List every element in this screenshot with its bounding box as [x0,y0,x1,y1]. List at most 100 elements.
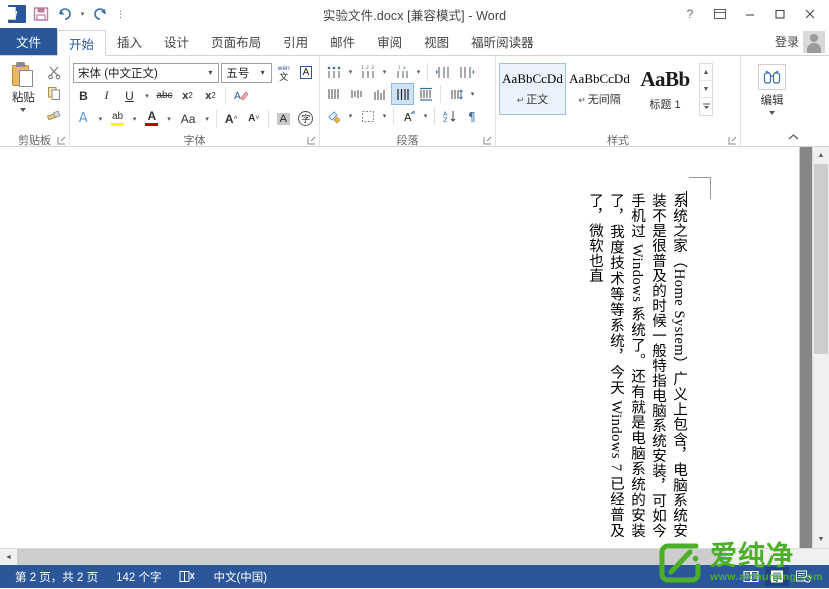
font-color-caret-icon[interactable]: ▾ [164,108,174,129]
align-top-icon[interactable] [323,84,344,104]
subscript-button[interactable]: x2 [177,85,198,106]
word-app-icon[interactable]: W [6,3,28,25]
change-case-caret-icon[interactable]: ▾ [202,108,212,129]
shading-icon[interactable] [323,106,344,126]
sign-in-link[interactable]: 登录 [775,33,799,50]
align-bottom-icon[interactable] [369,84,390,104]
tab-view[interactable]: 视图 [413,28,460,55]
font-color-icon[interactable]: A [142,108,163,129]
character-shading-icon[interactable]: A [273,108,294,129]
show-formatting-marks-icon[interactable]: ¶ [462,106,483,126]
tab-mailings[interactable]: 邮件 [319,28,366,55]
italic-button[interactable]: I [96,85,117,106]
bold-button[interactable]: B [73,85,94,106]
horizontal-scroll-track[interactable] [17,549,812,565]
style-normal[interactable]: AaBbCcDd ↵ 正文 [499,63,566,115]
superscript-button[interactable]: x2 [200,85,221,106]
scroll-down-button[interactable]: ▼ [813,531,829,548]
line-spacing-icon[interactable] [445,84,466,104]
font-name-caret-icon[interactable]: ▾ [204,68,216,77]
page-indicator[interactable]: 第 2 页，共 2 页 [6,569,107,585]
borders-caret-icon[interactable]: ▾ [380,106,389,126]
phonetic-guide-icon[interactable]: wén 文 [274,62,294,83]
font-size-combo[interactable]: 五号 ▾ [221,62,272,83]
asian-layout-icon[interactable]: A [398,106,419,126]
print-layout-icon[interactable] [765,567,789,586]
distributed-icon[interactable] [415,84,436,104]
cut-icon[interactable] [46,63,64,81]
underline-button[interactable]: U [119,85,140,106]
clear-formatting-icon[interactable]: A [230,85,251,106]
ribbon-display-options-icon[interactable] [705,2,735,26]
font-name-combo[interactable]: 宋体 (中文正文) ▾ [73,62,220,83]
redo-icon[interactable] [89,3,111,25]
decrease-indent-icon[interactable] [432,62,453,82]
numbering-icon[interactable]: 123 [357,62,378,82]
strikethrough-button[interactable]: abc [154,85,175,106]
scroll-left-button[interactable]: ◄ [0,549,17,565]
bullets-caret-icon[interactable]: ▾ [346,62,355,82]
highlight-color-icon[interactable]: ab [107,108,128,129]
numbering-caret-icon[interactable]: ▾ [380,62,389,82]
document-body-text[interactable]: 系统之家（Home System）广义上包含，电脑系统安装不是很普及的时候一般特… [589,193,689,538]
horizontal-scroll-thumb[interactable] [17,549,726,565]
find-binoculars-icon[interactable] [758,64,786,90]
scroll-up-button[interactable]: ▲ [813,147,829,164]
undo-icon[interactable] [54,3,76,25]
shading-caret-icon[interactable]: ▾ [346,106,355,126]
highlight-caret-icon[interactable]: ▾ [130,108,140,129]
align-center-icon[interactable] [346,84,367,104]
styles-scroll-up-icon[interactable]: ▲ [700,64,712,81]
character-border-icon[interactable]: A [296,62,316,83]
read-mode-icon[interactable] [739,567,763,586]
minimize-button[interactable] [735,2,765,26]
document-page[interactable]: 系统之家（Home System）广义上包含，电脑系统安装不是很普及的时候一般特… [0,147,800,548]
font-size-caret-icon[interactable]: ▾ [257,68,269,77]
style-heading-1[interactable]: AaBb 标题 1 [633,63,697,115]
tab-references[interactable]: 引用 [272,28,319,55]
underline-caret-icon[interactable]: ▾ [142,85,152,106]
paragraph-dialog-launcher[interactable] [483,136,493,146]
paste-button[interactable]: 粘贴 [3,60,44,112]
proofing-errors-icon[interactable] [170,570,204,583]
undo-dropdown-caret[interactable]: ▾ [78,3,87,25]
borders-icon[interactable] [357,106,378,126]
style-no-spacing[interactable]: AaBbCcDd ↵ 无间隔 [566,63,633,115]
close-button[interactable] [795,2,825,26]
clipboard-dialog-launcher[interactable] [57,136,67,146]
language-indicator[interactable]: 中文(中国) [204,569,276,585]
editing-caret-icon[interactable] [769,111,775,115]
tab-review[interactable]: 审阅 [366,28,413,55]
customize-qat-icon[interactable]: ⋮ [113,3,127,25]
tab-page-layout[interactable]: 页面布局 [200,28,272,55]
asian-layout-caret-icon[interactable]: ▾ [421,106,430,126]
tab-insert[interactable]: 插入 [106,28,153,55]
tab-file[interactable]: 文件 [0,28,58,55]
paste-caret-icon[interactable] [20,108,27,112]
web-layout-icon[interactable] [791,567,815,586]
help-button[interactable]: ? [675,2,705,26]
sort-icon[interactable]: AZ [439,106,460,126]
styles-dialog-launcher[interactable] [728,136,738,146]
styles-scroll-down-icon[interactable]: ▼ [700,81,712,98]
justify-icon[interactable] [391,83,414,105]
format-painter-icon[interactable] [46,105,64,123]
vertical-scroll-track[interactable] [813,164,829,531]
tab-design[interactable]: 设计 [153,28,200,55]
line-spacing-caret-icon[interactable]: ▾ [468,84,477,104]
grow-font-button[interactable]: A ˄ [221,108,242,129]
editing-button[interactable]: 编辑 [744,60,800,115]
save-icon[interactable] [30,3,52,25]
avatar[interactable] [803,30,825,53]
enclose-character-icon[interactable]: 字 [296,108,317,129]
multilevel-list-icon[interactable]: 1a [391,62,412,82]
increase-indent-icon[interactable] [455,62,476,82]
font-dialog-launcher[interactable] [307,136,317,146]
copy-icon[interactable] [46,84,64,102]
bullets-icon[interactable] [323,62,344,82]
vertical-scroll-thumb[interactable] [814,164,828,354]
change-case-button[interactable]: Aa [176,108,200,129]
vertical-scrollbar[interactable]: ▲ ▼ [812,147,829,548]
collapse-ribbon-icon[interactable] [788,133,799,145]
multilevel-caret-icon[interactable]: ▾ [414,62,423,82]
